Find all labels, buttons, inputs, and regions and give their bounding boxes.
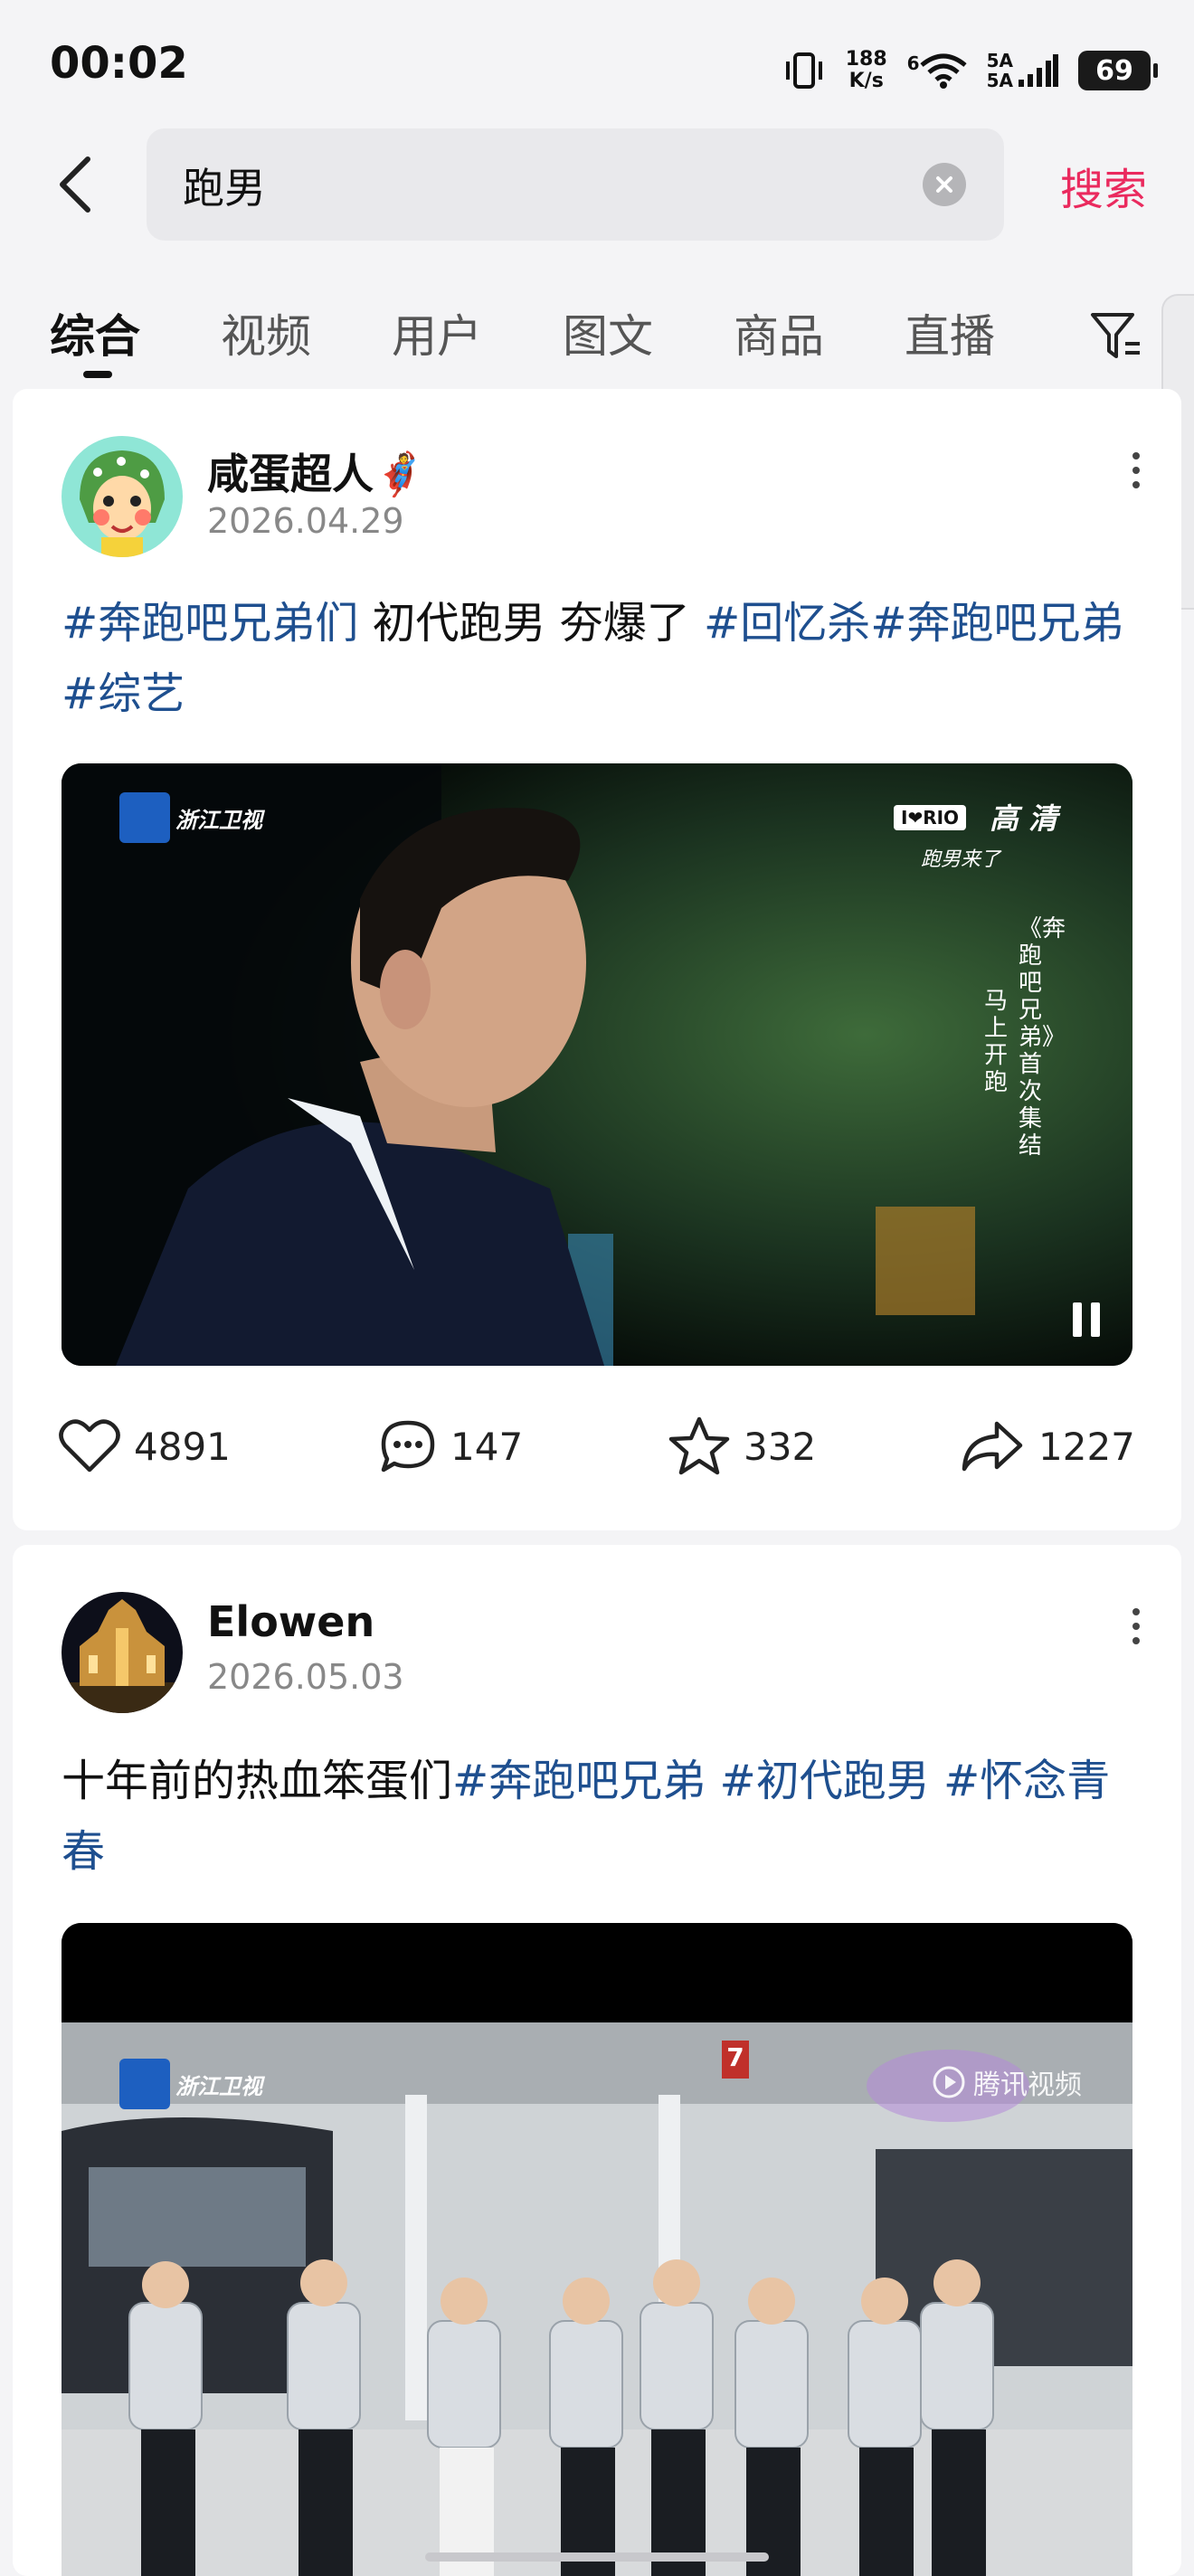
status-time: 00:02 [50,38,188,89]
post-text-segment: 十年前的热血笨蛋们 [62,1756,453,1806]
channel-logo: 浙江卫视 [119,792,262,843]
tab-video[interactable]: 视频 [221,300,311,365]
filter-tabs: 综合 视频 用户 图文 商品 直播 [0,280,1194,380]
hashtag-link[interactable]: #奔跑吧兄弟们 [62,598,372,649]
dot-icon [1132,1637,1140,1644]
search-button[interactable]: 搜索 [1060,154,1147,217]
post-date: 2026.05.03 [207,1657,404,1697]
status-bar: 00:02 188 K/s 6 5A 5A 69 [0,0,1194,136]
like-count: 4891 [134,1424,231,1469]
back-arrow-icon [60,156,90,213]
hashtag-link[interactable]: #综艺 [62,668,185,719]
star-icon [668,1416,730,1475]
pause-button[interactable] [1064,1297,1109,1342]
hashtag-link[interactable]: #奔跑吧兄弟 [452,1756,719,1806]
clear-search-button[interactable] [923,163,966,206]
tab-live[interactable]: 直播 [905,300,995,365]
video-caption-sub: 马上开跑 [984,988,1009,1096]
comment-icon [381,1420,435,1473]
dot-icon [1132,481,1140,488]
more-options-button[interactable] [1118,1599,1154,1653]
dot-icon [1132,1608,1140,1615]
share-icon [962,1421,1023,1472]
favorite-button[interactable]: 332 [668,1406,816,1487]
active-tab-indicator [83,371,112,378]
hashtag-link[interactable]: #回忆杀 [704,598,870,649]
hashtag-link[interactable]: #奔跑吧兄弟 [870,598,1123,649]
post-card: Elowen 2026.05.03 十年前的热血笨蛋们#奔跑吧兄弟 #初代跑男 … [13,1545,1181,2576]
search-header: 跑男 搜索 [0,127,1194,244]
post-text: #奔跑吧兄弟们 初代跑男 夯爆了 #回忆杀#奔跑吧兄弟 #综艺 [62,588,1138,729]
zhejiang-tv-icon [119,792,170,843]
pause-icon [1073,1302,1100,1337]
dot-icon [1132,452,1140,459]
video-player[interactable]: 浙江卫视 I❤RIO 跑男来了 高 清 《奔跑吧兄弟》首次集结 马上开跑 [62,763,1132,1366]
network-speed: 188 K/s [845,48,887,92]
post-date: 2026.04.29 [207,501,404,541]
show-badge-subtitle: 跑男来了 [921,848,1001,871]
quality-label: 高 清 [990,801,1058,836]
avatar-building-image [62,1592,183,1713]
post-actions: 4891 147 332 1227 [13,1406,1181,1487]
back-button[interactable] [43,148,107,221]
post-text: 十年前的热血笨蛋们#奔跑吧兄弟 #初代跑男 #怀念青春 [62,1746,1138,1887]
comment-button[interactable]: 147 [378,1406,523,1487]
share-count: 1227 [1038,1424,1135,1469]
filter-icon [1091,313,1140,358]
tencent-video-watermark: 腾讯视频 [932,2062,1082,2102]
wifi-label: 6 [906,52,920,74]
tab-products[interactable]: 商品 [734,300,824,365]
avatar[interactable] [62,436,183,557]
heart-icon [59,1419,120,1473]
channel-logo: 浙江卫视 [119,2059,262,2109]
battery-indicator: 69 [1078,51,1158,90]
zhejiang-tv-icon [119,2059,170,2109]
rio-badge: I❤RIO [894,805,967,830]
tab-image-text[interactable]: 图文 [563,300,653,365]
share-button[interactable]: 1227 [959,1406,1135,1487]
favorite-count: 332 [744,1424,817,1469]
like-button[interactable]: 4891 [58,1406,231,1487]
post-card: 咸蛋超人🦸 2026.04.29 #奔跑吧兄弟们 初代跑男 夯爆了 #回忆杀#奔… [13,389,1181,1530]
post-username[interactable]: 咸蛋超人🦸 [207,441,425,501]
video-player[interactable]: 浙江卫视 7 腾讯视频 [62,1923,1132,2576]
search-query: 跑男 [183,164,266,213]
platform-number-sign: 7 [726,2042,744,2072]
tab-users[interactable]: 用户 [392,300,482,365]
home-indicator[interactable] [425,2552,769,2562]
post-username[interactable]: Elowen [207,1597,374,1646]
dot-icon [1132,1623,1140,1630]
filter-button[interactable] [1089,308,1143,365]
search-input[interactable]: 跑男 [147,128,1004,241]
avatar[interactable] [62,1592,183,1713]
post-text-segment: 初代跑男 夯爆了 [372,598,705,649]
video-frame-image [62,1923,1132,2576]
comment-count: 147 [450,1424,524,1469]
tab-comprehensive[interactable]: 综合 [50,300,140,365]
status-icons: 188 K/s 6 5A 5A 69 [782,43,1158,98]
vibrate-icon [785,52,822,89]
play-logo-icon [933,2066,965,2098]
signal-icon [1019,54,1058,87]
video-caption: 《奔跑吧兄弟》首次集结 [1019,915,1066,1160]
signal-labels: 5A 5A [986,50,1013,91]
avatar-cartoon-image [62,436,183,557]
close-icon [936,176,952,193]
dot-icon [1132,467,1140,474]
more-options-button[interactable] [1118,443,1154,497]
wifi-icon [919,53,967,89]
hashtag-link[interactable]: #初代跑男 [720,1756,943,1806]
